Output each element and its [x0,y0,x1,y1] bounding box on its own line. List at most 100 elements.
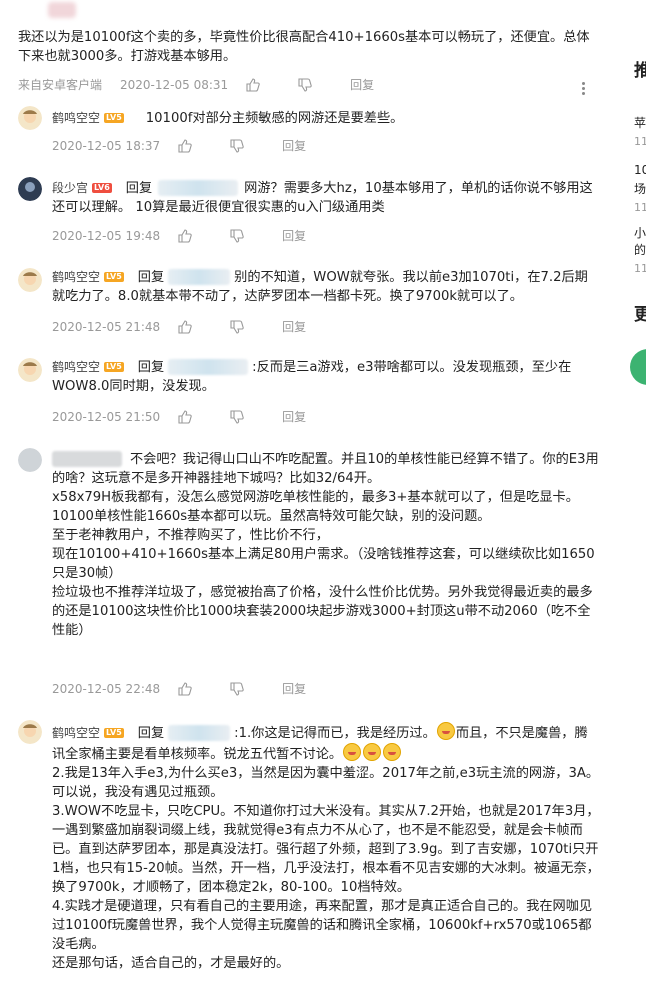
comment-source: 来自安卓客户端 [18,78,103,92]
sidebar-more[interactable]: 更 [634,300,646,325]
reply-meta: 2020-12-05 22:48 回复 [52,680,306,697]
username[interactable]: 鹤鸣空空 [52,270,100,284]
blurred-username [168,725,231,741]
sidebar-item[interactable]: 小 [634,224,646,241]
sidebar-item-count: 11 [634,201,646,214]
comment-time: 2020-12-05 18:37 [52,138,161,153]
reply-text: :1.你这是记得而已，我是经历过。 [234,726,436,741]
blurred-username [52,451,122,467]
like-button[interactable] [178,681,202,696]
thumb-down-icon [230,319,244,334]
dislike-button[interactable] [230,409,254,424]
reply-meta: 2020-12-05 21:50 回复 [52,408,306,425]
thumb-up-icon [178,228,192,243]
thumb-down-icon [230,138,244,153]
reply-meta: 2020-12-05 21:48 回复 [52,318,306,335]
avatar[interactable] [18,448,42,472]
avatar[interactable] [18,358,42,382]
comment-time: 2020-12-05 19:48 [52,228,161,243]
top-comment-text: 我还以为是10100f这个卖的多，毕竟性价比很高配合410+1660s基本可以畅… [18,30,590,64]
blurred-username [48,2,76,18]
reply-paragraph: 2.我是13年入手e3,为什么买e3，当然是因为囊中羞涩。2017年之前,e3玩… [52,766,600,800]
thumb-down-icon [230,228,244,243]
reply-paragraph: 4.实践才是硬道理，只有看自己的主要用途，再来配置，那才是真正适合自己的。我在网… [52,899,593,952]
level-badge: LV5 [104,362,124,372]
top-comment-meta: 来自安卓客户端 2020-12-05 08:31 回复 [18,76,374,93]
reply-prefix: 回复 [125,181,153,196]
thumb-down-icon [298,77,312,92]
sidebar-item[interactable]: 的 [634,241,646,258]
sidebar-item-count: 11 [634,262,646,275]
reply-paragraph: 至于老神教用户，不推荐购买了，性比价不行， [52,528,329,543]
level-badge: LV5 [104,272,124,282]
reply-prefix: 回复 [137,360,165,375]
comment-time: 2020-12-05 21:50 [52,409,161,424]
reply-prefix: 回复 [137,726,165,741]
sidebar-item[interactable]: 苹 [634,114,646,131]
sidebar: 推 苹 11 10 场 11 小 的 11 更 [606,0,646,989]
like-button[interactable] [178,228,202,243]
like-button[interactable] [178,319,202,334]
laugh-emoji-icon [436,722,455,740]
laugh-emoji-icon [363,743,382,761]
level-badge: LV5 [104,113,124,123]
thumb-up-icon [178,319,192,334]
dislike-button[interactable] [230,228,254,243]
sidebar-item[interactable]: 场 [634,180,646,197]
laugh-emoji-icon [343,743,362,761]
thumb-up-icon [246,77,260,92]
blurred-username [168,269,231,285]
thumb-up-icon [178,681,192,696]
reply-text: 10100f对部分主频敏感的网游还是要差些。 [145,111,404,126]
username[interactable]: 鹤鸣空空 [52,726,100,740]
dislike-button[interactable] [230,319,254,334]
reply-text: 别的不知道，WOW就夸张。我以前e3加1070ti，在7.2后期就吃力了。8.0… [52,270,588,304]
level-badge: LV6 [92,183,112,193]
reply-button[interactable]: 回复 [282,680,306,697]
sidebar-item[interactable]: 10 [634,163,646,177]
more-options-icon[interactable] [582,80,586,97]
reply-button[interactable]: 回复 [350,76,374,93]
dislike-button[interactable] [298,77,322,92]
sidebar-avatar[interactable] [630,349,646,385]
username[interactable]: 鹤鸣空空 [52,111,100,125]
sidebar-item-count: 11 [634,135,646,148]
username[interactable]: 段少宫 [52,181,88,195]
reply-button[interactable]: 回复 [282,318,306,335]
avatar[interactable] [18,268,42,292]
comment-time: 2020-12-05 21:48 [52,319,161,334]
reply-paragraph: 还是那句话，适合自己的，才是最好的。 [52,956,290,971]
like-button[interactable] [246,77,270,92]
reply-meta: 2020-12-05 19:48 回复 [52,227,306,244]
blurred-username [158,180,239,196]
thumb-down-icon [230,409,244,424]
reply-prefix: 回复 [137,270,165,285]
reply-text: 不会吧？我记得山口山不咋吃配置。并且10的单核性能已经算不错了。你的E3用的啥？… [52,452,599,486]
reply-button[interactable]: 回复 [282,408,306,425]
like-button[interactable] [178,409,202,424]
thumb-down-icon [230,681,244,696]
avatar[interactable] [18,106,42,130]
comment-time: 2020-12-05 08:31 [120,77,229,92]
dislike-button[interactable] [230,681,254,696]
level-badge: LV5 [104,728,124,738]
sidebar-title: 推 [634,61,646,81]
reply-paragraph: 3.WOW不吃显卡，只吃CPU。不知道你打过大米没有。其实从7.2开始，也就是2… [52,804,600,895]
thumb-up-icon [178,138,192,153]
reply-text: :反而是三a游戏，e3带啥都可以。没发现瓶颈，至少在WOW8.0同时期，没发现。 [52,360,572,394]
like-button[interactable] [178,138,202,153]
reply-paragraph: x58x79H板我都有，没怎么感觉网游吃单核性能的，最多3+基本就可以了，但是吃… [52,490,579,505]
reply-paragraph: 现在10100+410+1660s基本上满足80用户需求。（没啥钱推荐这套，可以… [52,547,595,581]
blurred-username [168,359,249,375]
reply-button[interactable]: 回复 [282,227,306,244]
avatar[interactable] [18,177,42,201]
reply-meta: 2020-12-05 18:37 回复 [52,137,306,154]
reply-paragraph: 10100单核性能1660s基本都可以玩。虽然高特效可能欠缺，别的没问题。 [52,509,491,524]
dislike-button[interactable] [230,138,254,153]
reply-paragraph: 捡垃圾也不推荐洋垃圾了，感觉被抬高了价格，没什么性价比优势。另外我觉得最近卖的最… [52,585,593,638]
username[interactable]: 鹤鸣空空 [52,360,100,374]
comment-time: 2020-12-05 22:48 [52,681,161,696]
laugh-emoji-icon [383,743,402,761]
avatar[interactable] [18,720,42,744]
reply-button[interactable]: 回复 [282,137,306,154]
